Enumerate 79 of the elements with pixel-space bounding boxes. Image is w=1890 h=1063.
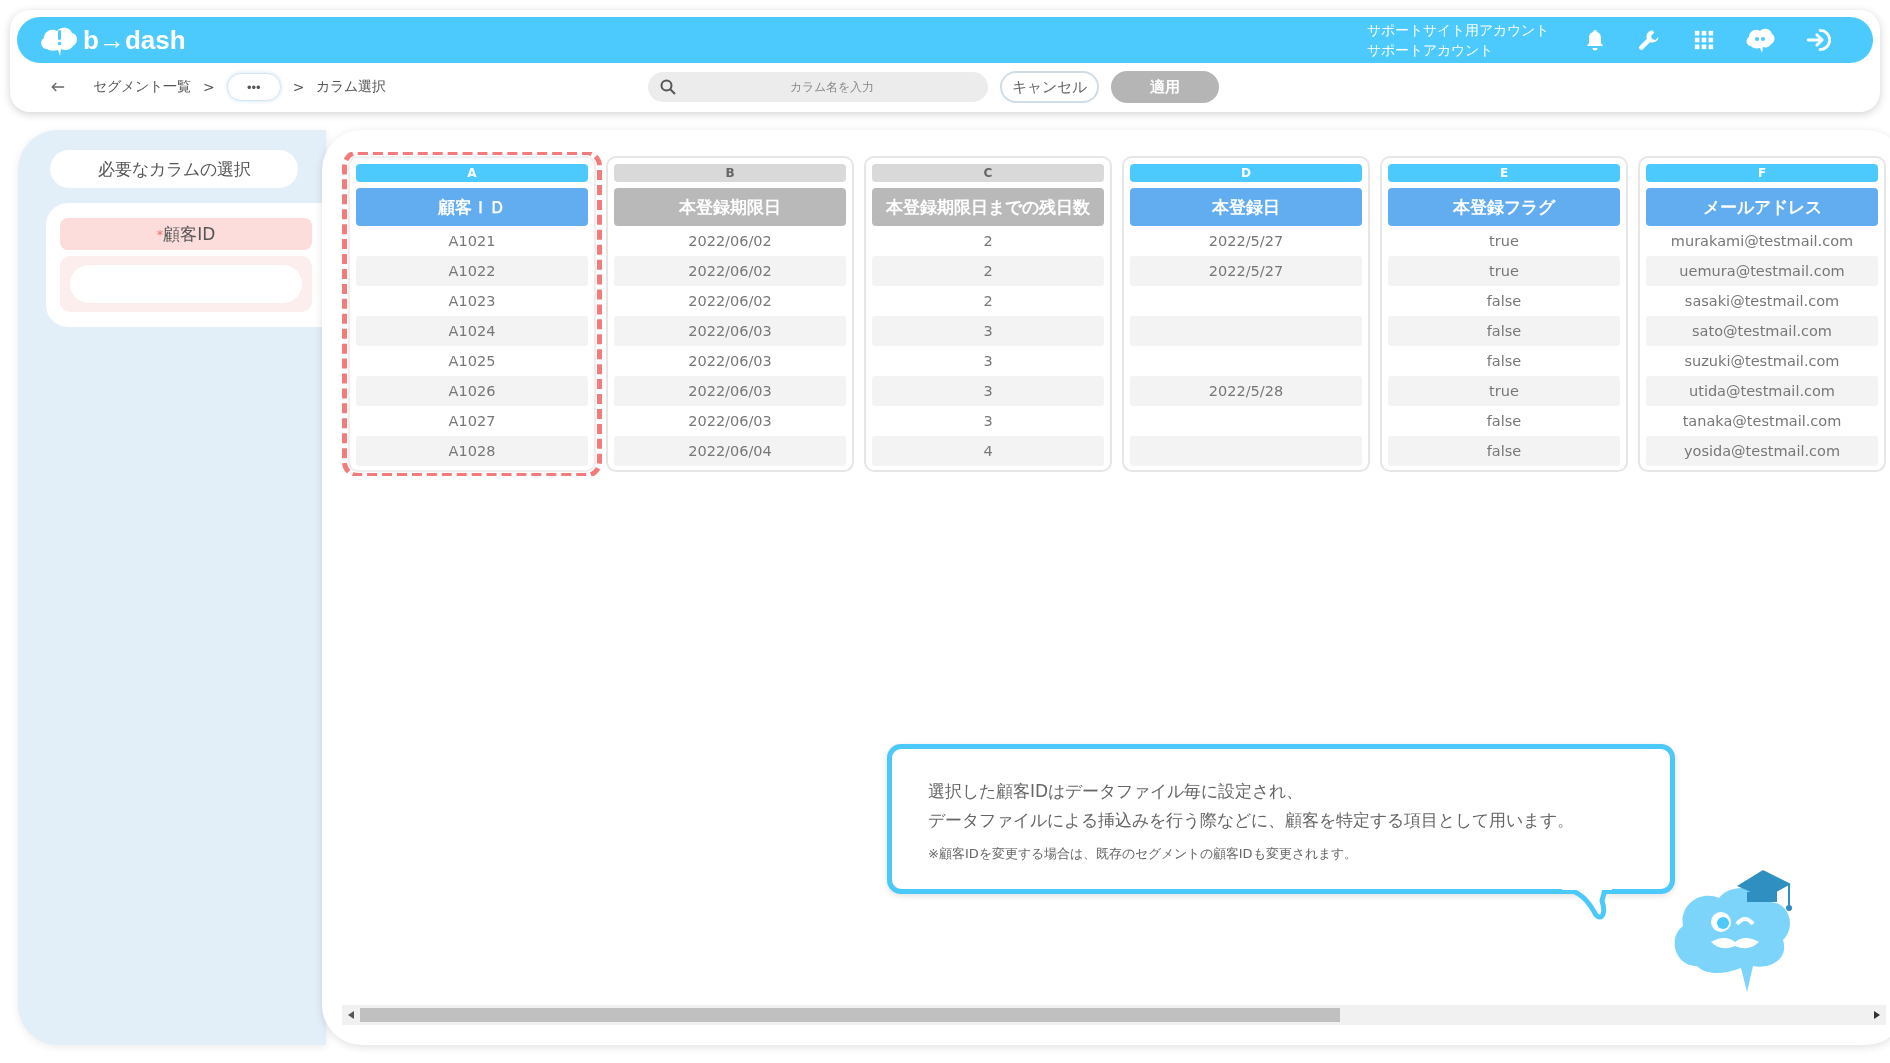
- scroll-left-icon[interactable]: [348, 1011, 354, 1019]
- table-cell-text: 3: [982, 412, 994, 431]
- table-cell: 2022/06/03: [614, 376, 846, 406]
- table-cell: A1022: [356, 256, 588, 286]
- account-name: サポートサイト用アカウント サポートアカウント: [1367, 21, 1549, 60]
- logo-text: b→dash: [83, 24, 186, 56]
- table-cell: 2022/5/27: [1130, 256, 1362, 286]
- table-cell: false: [1388, 436, 1620, 466]
- table-cell-text: A1025: [447, 352, 497, 371]
- table-cell-text: 2022/06/03: [687, 352, 773, 371]
- table-cell-text: false: [1485, 352, 1523, 371]
- table-cell-text: 2022/5/27: [1207, 232, 1285, 251]
- column-card[interactable]: D 本登録日 2022/5/27 2022/5/27 2022/5/28: [1122, 156, 1370, 472]
- table-cell-text: sasaki@testmail.com: [1683, 292, 1841, 311]
- table-cell: uemura@testmail.com: [1646, 256, 1878, 286]
- table-cell-text: A1021: [447, 232, 497, 251]
- table-cell: false: [1388, 316, 1620, 346]
- table-cell-text: true: [1488, 232, 1520, 251]
- table-cell: 3: [872, 316, 1104, 346]
- breadcrumb-link[interactable]: セグメント一覧: [93, 78, 191, 96]
- column-card[interactable]: C 本登録期限日までの残日数 2 2 2 3 3 3 3 4: [864, 156, 1112, 472]
- breadcrumb-current: カラム選択: [316, 78, 387, 96]
- table-cell-text: 3: [982, 352, 994, 371]
- table-cell: 2022/06/04: [614, 436, 846, 466]
- table-cell: true: [1388, 376, 1620, 406]
- table-cell: yosida@testmail.com: [1646, 436, 1878, 466]
- table-cell: true: [1388, 256, 1620, 286]
- column-card[interactable]: B 本登録期限日 2022/06/02 2022/06/02 2022/06/02 2022/06/03 2022/06/03 2022/06/03 2022/06/03 2022/06/04: [606, 156, 854, 472]
- table-cell-text: 2022/06/02: [687, 232, 773, 251]
- column-header[interactable]: 顧客ＩＤ: [356, 188, 588, 226]
- breadcrumb-separator: >: [292, 79, 305, 95]
- tip-note: ※顧客IDを変更する場合は、既存のセグメントの顧客IDも変更されます。: [928, 845, 1358, 863]
- more-breadcrumbs-button[interactable]: •••: [226, 73, 281, 101]
- search-field[interactable]: カラム名を入力: [648, 72, 989, 102]
- column-card[interactable]: F メールアドレス murakami@testmail.com uemura@testmail.com sasaki@testmail.com sato@testmail.com suzuki@testmail.com utida@testmail.com tanaka@testmail.com yosida@testmail.com: [1638, 156, 1886, 472]
- table-cell: 2022/5/28: [1130, 376, 1362, 406]
- breadcrumb-separator: >: [203, 79, 215, 95]
- table-cell-text: 2022/06/03: [687, 412, 773, 431]
- column-card[interactable]: E 本登録フラグ true true false false false true false false: [1380, 156, 1628, 472]
- column-letter: C: [872, 164, 1104, 182]
- table-cell-text: A1023: [447, 292, 497, 311]
- mascot-icon[interactable]: [1745, 26, 1775, 54]
- column-letter: D: [1130, 164, 1362, 182]
- table-cell-text: 2022/06/02: [687, 292, 773, 311]
- horizontal-scrollbar[interactable]: [342, 1005, 1886, 1025]
- table-cell-text: false: [1485, 292, 1523, 311]
- table-cell: 3: [872, 376, 1104, 406]
- table-cell: 2022/06/03: [614, 316, 846, 346]
- table-cell: 4: [872, 436, 1104, 466]
- column-header[interactable]: メールアドレス: [1646, 188, 1878, 226]
- tip-message-line: 選択した顧客IDはデータファイル毎に設定され、: [928, 780, 1305, 803]
- column-header[interactable]: 本登録フラグ: [1388, 188, 1620, 226]
- table-cell: 2022/06/02: [614, 256, 846, 286]
- scrollbar-thumb[interactable]: [360, 1008, 1341, 1022]
- cancel-button[interactable]: キャンセル: [1000, 71, 1100, 103]
- table-cell-text: 2: [982, 292, 994, 311]
- table-cell-text: false: [1485, 412, 1523, 431]
- back-arrow-icon[interactable]: [51, 81, 65, 93]
- table-cell: 2: [872, 256, 1104, 286]
- grid-icon[interactable]: [1693, 29, 1715, 51]
- table-cell: A1024: [356, 316, 588, 346]
- table-cell: sato@testmail.com: [1646, 316, 1878, 346]
- tip-message-line: データファイルによる挿込みを行う際などに、顧客を特定する項目として用います。: [928, 809, 1575, 832]
- table-cell-text: tanaka@testmail.com: [1681, 412, 1843, 431]
- table-cell: A1026: [356, 376, 588, 406]
- column-header[interactable]: 本登録日: [1130, 188, 1362, 226]
- column-letter: F: [1646, 164, 1878, 182]
- column-letter: A: [356, 164, 588, 182]
- search-icon: [660, 79, 677, 95]
- table-cell-text: A1027: [447, 412, 497, 431]
- table-cell: A1028: [356, 436, 588, 466]
- table-cell-text: suzuki@testmail.com: [1683, 352, 1841, 371]
- table-cell-text: 2: [982, 232, 994, 251]
- table-cell-text: murakami@testmail.com: [1669, 232, 1855, 251]
- sidebar-title: 必要なカラムの選択: [50, 150, 298, 188]
- column-letter: B: [614, 164, 846, 182]
- scroll-right-icon[interactable]: [1874, 1011, 1880, 1019]
- table-cell: utida@testmail.com: [1646, 376, 1878, 406]
- column-letter: E: [1388, 164, 1620, 182]
